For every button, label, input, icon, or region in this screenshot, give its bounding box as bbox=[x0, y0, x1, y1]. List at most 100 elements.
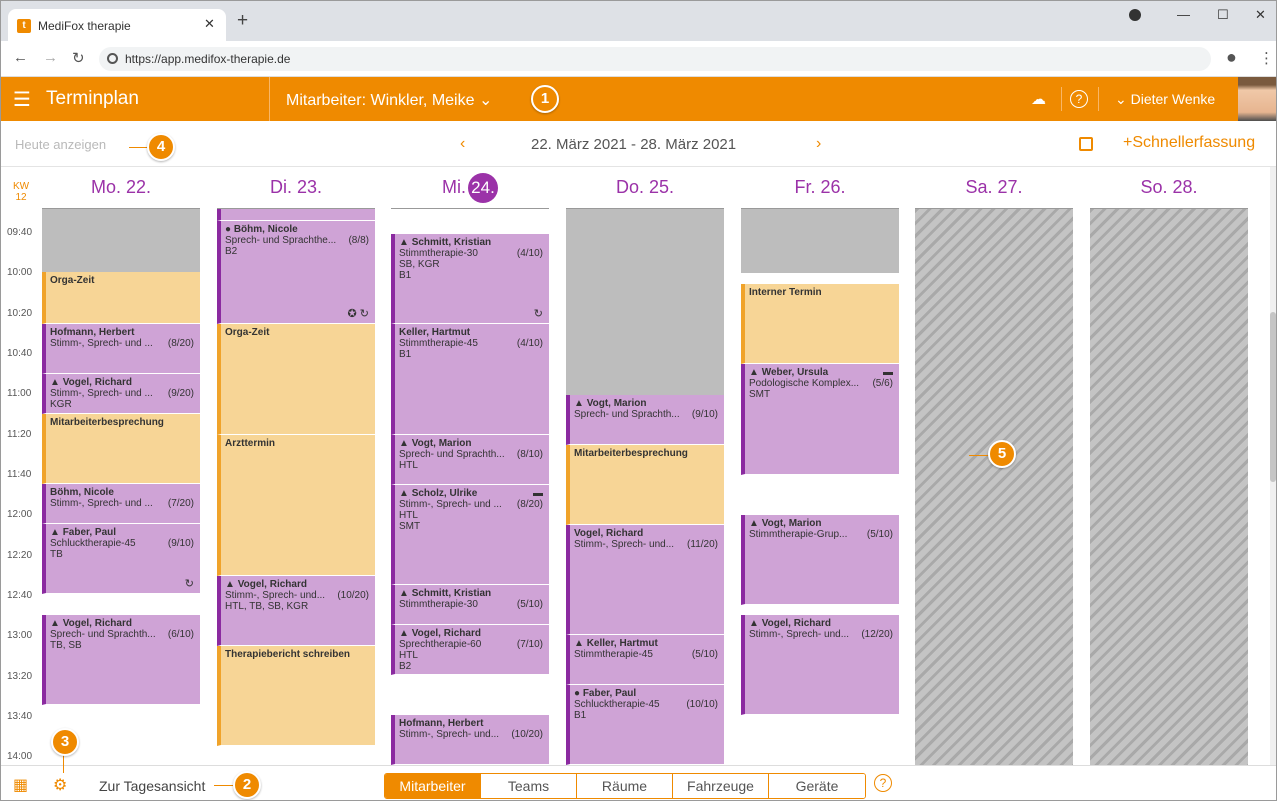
appointment[interactable]: ▲ Faber, Paul Schlucktherapie-45 (9/10) TB ↻ bbox=[42, 524, 200, 594]
day-header-mon[interactable]: Mo. 22. bbox=[42, 177, 200, 198]
day-column-mon[interactable]: Orga-Zeit Hofmann, Herbert Stimm-, Sprech… bbox=[42, 209, 200, 765]
cloud-icon[interactable]: ☁ bbox=[1031, 90, 1046, 108]
url-field[interactable]: https://app.medifox-therapie.de bbox=[99, 47, 1211, 71]
appointment[interactable]: Interner Termin bbox=[741, 284, 899, 364]
employee-selector[interactable]: Mitarbeiter: Winkler, Meike ⌄ bbox=[286, 90, 492, 110]
header-divider bbox=[1061, 87, 1062, 111]
tab-fahrzeuge[interactable]: Fahrzeuge bbox=[673, 774, 769, 798]
warning-icon: ▲ bbox=[749, 618, 759, 629]
day-header-sat[interactable]: Sa. 27. bbox=[915, 177, 1073, 198]
car-icon: ▬ bbox=[533, 488, 543, 499]
session-count: (5/10) bbox=[691, 649, 718, 660]
scrollbar-thumb[interactable] bbox=[1270, 312, 1276, 482]
help-icon[interactable]: ? bbox=[874, 774, 892, 792]
appointment[interactable]: Vogel, Richard Stimm-, Sprech- und... (11/… bbox=[566, 525, 724, 635]
appointment[interactable]: Keller, Hartmut Stimmtherapie-45 (4/10) B1 bbox=[391, 324, 549, 435]
warning-icon: ▲ bbox=[399, 488, 409, 499]
appointment[interactable]: ▲ Scholz, Ulrike ▬ Stimm-, Sprech- und ...… bbox=[391, 485, 549, 585]
quick-entry-button[interactable]: +Schnellerfassung bbox=[1123, 134, 1255, 152]
next-week-icon[interactable]: › bbox=[816, 135, 821, 153]
day-column-thu[interactable]: ▲ Vogt, Marion Sprech- und Sprachth... (9/… bbox=[566, 209, 724, 765]
day-view-link[interactable]: Zur Tagesansicht bbox=[99, 778, 205, 794]
resource-switcher: Mitarbeiter Teams Räume Fahrzeuge Geräte bbox=[384, 773, 866, 799]
gear-icon[interactable]: ⚙ bbox=[53, 775, 67, 795]
day-header-fri[interactable]: Fr. 26. bbox=[741, 177, 899, 198]
day-header-wed[interactable]: Mi. 24. bbox=[391, 173, 549, 203]
appointment[interactable]: ▲ Vogel, Richard Sprech- und Sprachth... (… bbox=[42, 615, 200, 705]
appointment[interactable]: ▲ Vogel, Richard Stimm-, Sprech- und... (1… bbox=[741, 615, 899, 715]
therapy: Stimm-, Sprech- und ... bbox=[399, 499, 502, 510]
appointment[interactable]: Böhm, Nicole Stimm-, Sprech- und ... (7/20… bbox=[42, 484, 200, 524]
appointment[interactable]: ▲ Keller, Hartmut Stimmtherapie-45 (5/10) bbox=[566, 635, 724, 685]
appointment[interactable]: ▲ Weber, Ursula ▬ Podologische Komplex... (… bbox=[741, 364, 899, 475]
footer-bar: ▦ ⚙ Zur Tagesansicht Mitarbeiter Teams R… bbox=[1, 765, 1276, 800]
help-icon[interactable]: ? bbox=[1070, 90, 1088, 108]
session-count: (4/10) bbox=[516, 338, 543, 349]
close-window-icon[interactable]: ✕ bbox=[1255, 7, 1266, 23]
day-header-sun[interactable]: So. 28. bbox=[1090, 177, 1248, 198]
user-menu[interactable]: ⌄ Dieter Wenke bbox=[1115, 91, 1215, 108]
appointment[interactable]: ▲ Schmitt, Kristian Stimmtherapie-30 (5/10… bbox=[391, 585, 549, 625]
appointment[interactable]: Hofmann, Herbert Stimm-, Sprech- und ... (… bbox=[42, 324, 200, 374]
browser-menu-icon[interactable]: ⋮ bbox=[1259, 49, 1274, 67]
new-tab-icon[interactable]: + bbox=[237, 10, 248, 32]
forward-icon[interactable]: → bbox=[43, 49, 58, 66]
show-today-button[interactable]: Heute anzeigen bbox=[15, 137, 106, 152]
minimize-icon[interactable]: — bbox=[1177, 7, 1190, 22]
time-label: 13:00 bbox=[7, 630, 33, 641]
appointment[interactable]: ▲ Vogel, Richard Sprechtherapie-60 (7/10) H… bbox=[391, 625, 549, 675]
appointment[interactable]: ● Faber, Paul Schlucktherapie-45 (10/10) B1 bbox=[566, 685, 724, 765]
close-tab-icon[interactable]: ✕ bbox=[204, 16, 215, 32]
back-icon[interactable]: ← bbox=[13, 49, 28, 66]
address-bar: ← → ↻ https://app.medifox-therapie.de ● … bbox=[1, 41, 1276, 77]
calendar-scrollbar[interactable] bbox=[1270, 167, 1276, 765]
appointment[interactable]: Therapiebericht schreiben bbox=[217, 646, 375, 746]
appointment-title: Schmitt, Kristian bbox=[411, 588, 492, 599]
reload-icon[interactable]: ↻ bbox=[72, 49, 85, 67]
chevron-down-icon: ⌄ bbox=[1115, 91, 1127, 107]
maximize-icon[interactable]: ☐ bbox=[1217, 7, 1229, 23]
appointment[interactable]: ▲ Schmitt, Kristian Stimmtherapie-30 (4/10… bbox=[391, 234, 549, 324]
print-icon[interactable] bbox=[1079, 137, 1093, 151]
account-icon[interactable]: ● bbox=[1226, 47, 1237, 68]
profile-menu-icon[interactable] bbox=[1129, 9, 1141, 21]
tab-mitarbeiter[interactable]: Mitarbeiter bbox=[385, 774, 481, 798]
appointment[interactable]: ● Böhm, Nicole Sprech- und Sprachthe... (8… bbox=[217, 221, 375, 324]
calendar-icon[interactable]: ▦ bbox=[13, 775, 28, 795]
appointment[interactable]: ▲ Vogt, Marion Sprech- und Sprachth... (9/… bbox=[566, 395, 724, 445]
day-name: Fr. 26. bbox=[794, 177, 846, 197]
appointment-detail: B1 bbox=[399, 349, 412, 360]
appointment[interactable]: ▲ Vogel, Richard Stimm-, Sprech- und ... (… bbox=[42, 374, 200, 414]
appointment[interactable]: ▲ Vogel, Richard Stimm-, Sprech- und... (1… bbox=[217, 576, 375, 646]
therapy: Stimmtherapie-30 bbox=[399, 248, 478, 259]
site-info-icon[interactable] bbox=[107, 53, 118, 64]
day-header-thu[interactable]: Do. 25. bbox=[566, 177, 724, 198]
day-header-tue[interactable]: Di. 23. bbox=[217, 177, 375, 198]
appointment[interactable]: Mitarbeiterbesprechung bbox=[566, 445, 724, 525]
day-column-tue[interactable]: ● Böhm, Nicole Sprech- und Sprachthe... (8… bbox=[217, 209, 375, 765]
chevron-down-icon: ⌄ bbox=[478, 92, 493, 109]
appointment[interactable]: ▲ Vogt, Marion Sprech- und Sprachth... (8/… bbox=[391, 435, 549, 485]
appointment[interactable]: Orga-Zeit bbox=[42, 272, 200, 324]
appointment[interactable]: Orga-Zeit bbox=[217, 324, 375, 435]
appointment[interactable] bbox=[217, 209, 375, 221]
day-column-wed[interactable]: ▲ Schmitt, Kristian Stimmtherapie-30 (4/10… bbox=[391, 209, 549, 765]
warning-icon: ▲ bbox=[574, 638, 584, 649]
appointment[interactable]: Arzttermin bbox=[217, 435, 375, 576]
info-icon: ● bbox=[225, 224, 232, 235]
hamburger-menu-icon[interactable]: ☰ bbox=[13, 87, 31, 112]
tab-teams[interactable]: Teams bbox=[481, 774, 577, 798]
browser-tab[interactable]: t MediFox therapie ✕ bbox=[8, 9, 226, 41]
tab-raeume[interactable]: Räume bbox=[577, 774, 673, 798]
tab-geraete[interactable]: Geräte bbox=[769, 774, 865, 798]
session-count: (5/10) bbox=[866, 529, 893, 540]
avatar[interactable] bbox=[1238, 77, 1276, 121]
appointment[interactable]: Hofmann, Herbert Stimm-, Sprech- und... (1… bbox=[391, 715, 549, 765]
calendar-week: KW 12 bbox=[13, 181, 29, 203]
recurring-icon: ↻ bbox=[533, 308, 543, 320]
appointment[interactable]: Mitarbeiterbesprechung bbox=[42, 414, 200, 484]
appointment[interactable]: ▲ Vogt, Marion Stimmtherapie-Grup... (5/10… bbox=[741, 515, 899, 605]
day-column-fri[interactable]: Interner Termin ▲ Weber, Ursula ▬ Podologi… bbox=[741, 209, 899, 765]
session-count: (7/10) bbox=[516, 639, 543, 650]
previous-week-icon[interactable]: ‹ bbox=[460, 135, 465, 153]
